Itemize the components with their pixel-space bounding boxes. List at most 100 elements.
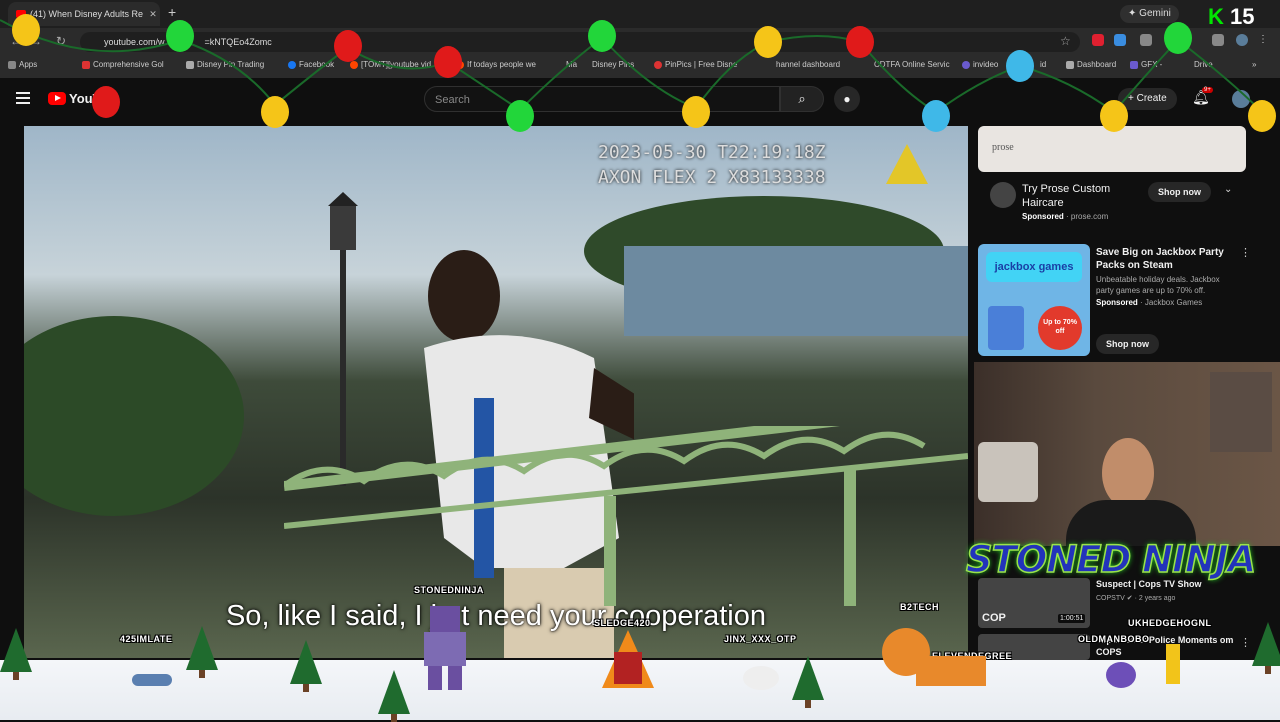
shoe-box — [978, 442, 1038, 502]
bookmark-item[interactable]: Comprehensive Gol — [82, 60, 164, 69]
bookmark-star-icon[interactable]: ☆ — [1060, 34, 1071, 48]
video-thumbnail: COP 1:00:51 — [978, 578, 1090, 628]
youtube-favicon-icon — [16, 10, 26, 18]
pine-tree — [792, 656, 824, 708]
bookmark-favicon-icon — [82, 60, 90, 69]
search-input[interactable]: Search — [424, 86, 780, 112]
bookmark-item[interactable]: hannel dashboard — [776, 60, 840, 69]
bookmark-item[interactable]: invideo — [962, 60, 998, 69]
gemini-sparkle-icon: ✦ — [1128, 8, 1140, 19]
bookmark-item[interactable]: Disney Pin Trading — [186, 60, 264, 69]
reload-icon[interactable]: ↻ — [56, 34, 66, 48]
pine-tree — [186, 626, 218, 678]
youtube-logo[interactable]: YouT — [48, 91, 101, 106]
timestamp-line-date: 2023-05-30 T22:19:18Z — [598, 142, 826, 163]
gemini-button[interactable]: ✦ Gemini — [1120, 5, 1179, 23]
voice-search-mic-icon[interactable]: ● — [834, 86, 860, 112]
youtube-logo-text: YouT — [69, 91, 101, 106]
bookmark-item[interactable]: GFX - — [1130, 60, 1162, 69]
shop-now-button[interactable]: Shop now — [1148, 182, 1211, 202]
create-button[interactable]: + Create — [1118, 88, 1177, 110]
search-icon: ⌕ — [798, 91, 806, 106]
chat-avatar-name: B2TECH — [900, 602, 940, 612]
bookmark-favicon-icon — [654, 60, 662, 69]
ad-title[interactable]: Try Prose Custom Haircare — [1022, 182, 1132, 210]
extension-blue-icon[interactable] — [1114, 34, 1126, 46]
reddit-icon — [350, 60, 358, 69]
bookmark-item[interactable]: Apps — [8, 60, 37, 69]
bookmark-item[interactable]: Drive — [1194, 60, 1213, 69]
youtube-play-icon — [48, 92, 66, 105]
chat-avatar-name: OLDMANBOBO — [1078, 634, 1150, 644]
extensions-puzzle-icon[interactable] — [1140, 34, 1152, 46]
tab-title: (41) When Disney Adults Re — [30, 9, 144, 19]
advertiser-avatar — [990, 182, 1016, 208]
ad-banner-image: prose — [978, 126, 1246, 172]
thumbnail-label: COP — [982, 612, 1006, 624]
new-tab-button[interactable]: + — [168, 4, 176, 20]
shoe-shelf — [1210, 372, 1272, 452]
bookmark-item[interactable]: PinPics | Free Disne — [654, 60, 737, 69]
bookmark-item[interactable]: If todays people we — [456, 60, 536, 69]
tab-close-icon[interactable]: ✕ — [146, 9, 160, 20]
youtube-header: YouT Search ⌕ ● + Create 🔔︎ 9+ — [0, 78, 1280, 122]
streamer-webcam — [974, 362, 1280, 546]
bookmark-item[interactable]: [TOMT][youtube vid — [350, 60, 431, 69]
pine-tree — [0, 628, 32, 680]
extension-red-icon[interactable] — [1092, 34, 1104, 46]
bookmark-favicon-icon — [1130, 60, 1138, 69]
ad-domain: prose.com — [1070, 212, 1109, 221]
jackbox-logo: jackbox games — [986, 252, 1082, 282]
tiger-sprite-icon — [882, 628, 986, 686]
bookmark-item[interactable]: CDTFA Online Servic — [874, 60, 950, 69]
shop-now-button[interactable]: Shop now — [1096, 334, 1159, 354]
pine-tree — [378, 670, 410, 722]
sidebar-icon[interactable] — [1212, 34, 1224, 46]
white-cat-sprite-icon — [743, 666, 779, 690]
bookmark-favicon-icon — [186, 60, 194, 69]
search-button[interactable]: ⌕ — [780, 86, 824, 112]
chevron-down-icon[interactable]: ⌄ — [1224, 184, 1232, 195]
bookmark-item[interactable]: Disney Pins — [592, 60, 634, 69]
timestamp-line-device: AXON FLEX 2 X83133338 — [598, 167, 826, 188]
forward-arrow-icon[interactable]: → — [30, 34, 42, 48]
streamer-name-overlay: STONED NINJA — [965, 537, 1257, 582]
browser-menu-icon[interactable]: ⋮ — [1258, 34, 1270, 46]
bookmark-favicon-icon — [1066, 60, 1074, 69]
back-arrow-icon[interactable]: ← — [10, 34, 22, 48]
bodycam-timestamp: 2023-05-30 T22:19:18Z AXON FLEX 2 X83133… — [598, 140, 826, 190]
more-options-icon[interactable]: ⋮ — [1240, 636, 1251, 649]
video-meta: COPSTV ✔ · 2 years ago — [1096, 594, 1175, 602]
browser-toolbar: ← → ↻ youtube.com/w =kNTQEo4Zomc ☆ — [0, 28, 1280, 56]
discount-badge: Up to 70% off — [1038, 306, 1082, 350]
profile-icon[interactable] — [1236, 34, 1248, 46]
streamer-face — [1102, 438, 1154, 508]
address-bar[interactable]: youtube.com/w =kNTQEo4Zomc — [80, 32, 1080, 52]
lagoon-water — [624, 246, 968, 336]
green-railing — [284, 426, 968, 606]
ad-title[interactable]: Save Big on Jackbox Party Packs on Steam — [1096, 246, 1236, 272]
hamburger-menu-icon[interactable] — [16, 92, 30, 107]
bookmarks-overflow-icon[interactable]: » — [1252, 60, 1256, 69]
bookmark-favicon-icon — [962, 60, 970, 69]
upload-age: · 2 years ago — [1134, 595, 1176, 602]
bookmark-item[interactable]: Facebook — [288, 60, 334, 69]
ad-brand-logo: prose — [992, 142, 1014, 153]
bookmark-item[interactable]: Ma — [566, 60, 577, 69]
car-sprite-icon — [132, 674, 172, 686]
bookmark-item[interactable]: id — [1040, 60, 1046, 69]
apps-grid-icon — [8, 60, 16, 69]
bookmark-item[interactable]: Dashboard — [1066, 60, 1116, 69]
recommended-video-item[interactable]: COP 1:00:51 Suspect | Cops TV Show COPST… — [978, 578, 1272, 628]
browser-tab-bar: (41) When Disney Adults Re ✕ + ✦ Gemini … — [0, 0, 1280, 29]
ad-description: Unbeatable holiday deals. Jackbox party … — [1096, 275, 1220, 295]
ad-prose[interactable]: prose Try Prose Custom Haircare Sponsore… — [978, 126, 1246, 226]
browser-tab-active[interactable]: (41) When Disney Adults Re ✕ — [8, 2, 160, 26]
video-player[interactable]: 2023-05-30 T22:19:18Z AXON FLEX 2 X83133… — [24, 126, 968, 658]
ad-jackbox[interactable]: jackbox games Up to 70% off Save Big on … — [978, 244, 1268, 356]
url-tail-text: =kNTQEo4Zomc — [204, 37, 272, 47]
more-options-icon[interactable]: ⋮ — [1240, 246, 1251, 259]
tree-foliage — [24, 316, 244, 516]
purple-blob-sprite-icon — [1106, 662, 1136, 688]
account-avatar[interactable] — [1232, 90, 1250, 108]
